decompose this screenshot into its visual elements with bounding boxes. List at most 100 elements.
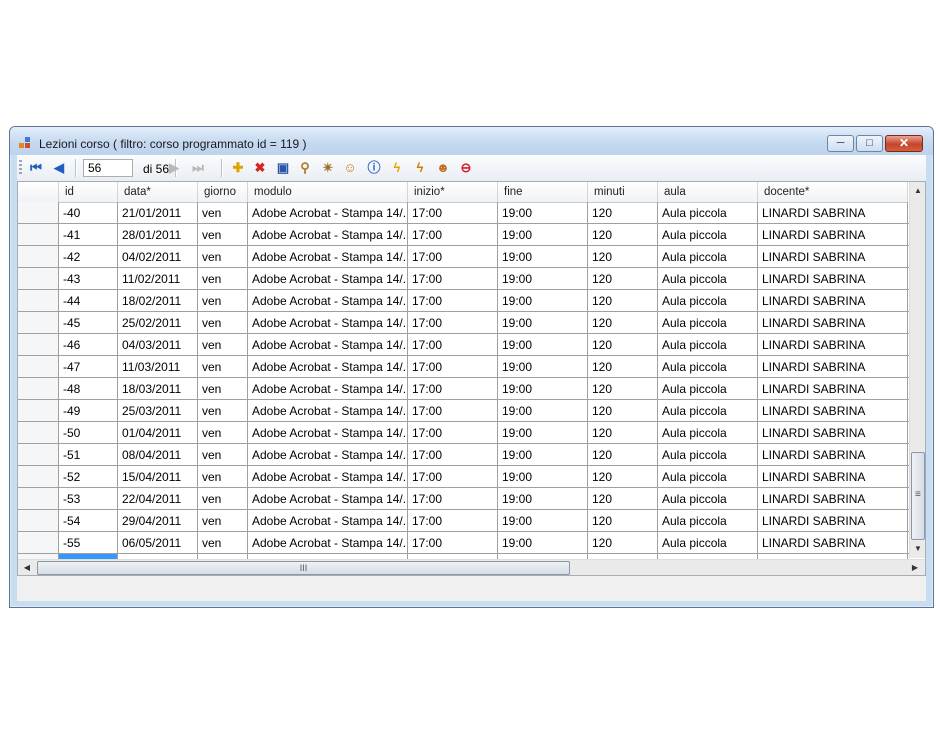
table-cell[interactable]: LINARDI SABRINA — [758, 422, 908, 444]
table-cell[interactable]: Adobe Acrobat - Stampa 14/... — [248, 202, 408, 224]
table-cell[interactable]: ven — [198, 378, 248, 400]
table-cell[interactable]: 120 — [588, 488, 658, 510]
column-header[interactable]: modulo — [248, 182, 408, 202]
table-cell[interactable]: -40 — [59, 202, 118, 224]
table-cell[interactable]: 17:00 — [408, 532, 498, 554]
table-cell[interactable]: 18/03/2011 — [118, 378, 198, 400]
table-cell[interactable]: Aula piccola — [658, 466, 758, 488]
table-cell[interactable]: -41 — [59, 224, 118, 246]
table-cell[interactable]: 17:00 — [408, 422, 498, 444]
table-cell[interactable]: LINARDI SABRINA — [758, 378, 908, 400]
table-cell[interactable]: 28/01/2011 — [118, 224, 198, 246]
table-cell[interactable]: Adobe Acrobat - Stampa 14/... — [248, 224, 408, 246]
row-header[interactable] — [18, 290, 59, 312]
table-cell[interactable]: LINARDI SABRINA — [758, 246, 908, 268]
table-cell[interactable]: 19:00 — [498, 510, 588, 532]
save-button[interactable]: ▣ — [274, 159, 292, 177]
table-row[interactable]: -46 04/03/2011 ven Adobe Acrobat - Stampa 1… — [18, 334, 925, 356]
table-cell[interactable]: -47 — [59, 356, 118, 378]
table-cell[interactable]: 120 — [588, 334, 658, 356]
row-header[interactable] — [18, 466, 59, 488]
table-cell[interactable]: -46 — [59, 334, 118, 356]
table-cell[interactable]: ven — [198, 290, 248, 312]
maximize-button[interactable]: □ — [856, 135, 883, 152]
row-header[interactable] — [18, 488, 59, 510]
table-cell[interactable]: 19:00 — [498, 224, 588, 246]
table-cell[interactable]: 120 — [588, 422, 658, 444]
table-row[interactable]: -49 25/03/2011 ven Adobe Acrobat - Stampa 1… — [18, 400, 925, 422]
position-input[interactable]: 56 — [83, 159, 133, 177]
delete-record-button[interactable]: ✖ — [251, 159, 269, 177]
table-cell[interactable]: ven — [198, 334, 248, 356]
table-cell[interactable]: ven — [198, 224, 248, 246]
last-record-button[interactable]: ⏭ — [189, 159, 207, 177]
table-cell[interactable]: 19:00 — [498, 444, 588, 466]
table-cell[interactable]: 18/02/2011 — [118, 290, 198, 312]
scroll-down-arrow-icon[interactable]: ▼ — [910, 541, 925, 557]
table-cell[interactable]: 17:00 — [408, 466, 498, 488]
table-cell[interactable]: -54 — [59, 510, 118, 532]
horizontal-scrollbar[interactable]: ◀ III ▶ — [18, 559, 925, 575]
row-header[interactable] — [18, 400, 59, 422]
table-cell[interactable]: LINARDI SABRINA — [758, 312, 908, 334]
table-cell[interactable]: Aula piccola — [658, 400, 758, 422]
horizontal-scroll-thumb[interactable]: III — [37, 561, 570, 575]
table-cell[interactable]: LINARDI SABRINA — [758, 290, 908, 312]
table-cell[interactable]: 17:00 — [408, 202, 498, 224]
row-header[interactable] — [18, 532, 59, 554]
table-cell[interactable]: 25/03/2011 — [118, 400, 198, 422]
table-row[interactable]: -50 01/04/2011 ven Adobe Acrobat - Stampa 1… — [18, 422, 925, 444]
table-cell[interactable]: 01/04/2011 — [118, 422, 198, 444]
table-cell[interactable]: 17:00 — [408, 510, 498, 532]
row-header[interactable] — [18, 246, 59, 268]
table-cell[interactable]: -50 — [59, 422, 118, 444]
table-row[interactable]: -45 25/02/2011 ven Adobe Acrobat - Stampa 1… — [18, 312, 925, 334]
table-cell[interactable]: Adobe Acrobat - Stampa 14/... — [248, 532, 408, 554]
lightning-remove-button[interactable]: ϟ — [411, 159, 429, 177]
row-header[interactable] — [18, 268, 59, 290]
table-cell[interactable]: Aula piccola — [658, 444, 758, 466]
table-cell[interactable]: ven — [198, 488, 248, 510]
table-cell[interactable]: 22/04/2011 — [118, 488, 198, 510]
table-cell[interactable]: 17:00 — [408, 290, 498, 312]
column-header[interactable]: fine — [498, 182, 588, 202]
table-row[interactable]: -55 06/05/2011 ven Adobe Acrobat - Stampa 1… — [18, 532, 925, 554]
table-cell[interactable]: 120 — [588, 290, 658, 312]
table-cell[interactable]: 19:00 — [498, 422, 588, 444]
table-cell[interactable]: ven — [198, 246, 248, 268]
table-cell[interactable]: 04/02/2011 — [118, 246, 198, 268]
minimize-button[interactable]: ─ — [827, 135, 854, 152]
table-cell[interactable]: LINARDI SABRINA — [758, 400, 908, 422]
table-cell[interactable]: Aula piccola — [658, 510, 758, 532]
column-header[interactable]: inizio* — [408, 182, 498, 202]
prev-record-button[interactable]: ◀ — [50, 159, 68, 177]
table-row[interactable]: -42 04/02/2011 ven Adobe Acrobat - Stampa 1… — [18, 246, 925, 268]
table-cell[interactable]: Adobe Acrobat - Stampa 14/... — [248, 356, 408, 378]
table-cell[interactable]: Aula piccola — [658, 290, 758, 312]
users-button[interactable]: ☺ — [341, 159, 359, 177]
table-cell[interactable]: 19:00 — [498, 290, 588, 312]
table-cell[interactable]: 120 — [588, 312, 658, 334]
table-cell[interactable]: Adobe Acrobat - Stampa 14/... — [248, 334, 408, 356]
lessons-data-grid[interactable]: id data* giorno modulo inizio* fine minuti aula… — [17, 181, 926, 576]
table-row[interactable]: -41 28/01/2011 ven Adobe Acrobat - Stampa 1… — [18, 224, 925, 246]
table-cell[interactable]: Adobe Acrobat - Stampa 14/... — [248, 400, 408, 422]
table-cell[interactable]: -51 — [59, 444, 118, 466]
table-cell[interactable]: Aula piccola — [658, 488, 758, 510]
table-cell[interactable]: LINARDI SABRINA — [758, 202, 908, 224]
table-cell[interactable]: 19:00 — [498, 246, 588, 268]
row-header[interactable] — [18, 444, 59, 466]
table-cell[interactable]: 120 — [588, 532, 658, 554]
table-cell[interactable]: -43 — [59, 268, 118, 290]
lightning-button[interactable]: ϟ — [388, 159, 406, 177]
table-cell[interactable]: ven — [198, 268, 248, 290]
column-header[interactable]: minuti — [588, 182, 658, 202]
column-header[interactable]: data* — [118, 182, 198, 202]
table-row[interactable]: -51 08/04/2011 ven Adobe Acrobat - Stampa 1… — [18, 444, 925, 466]
table-cell[interactable]: Adobe Acrobat - Stampa 14/... — [248, 488, 408, 510]
row-header[interactable] — [18, 202, 59, 224]
table-cell[interactable]: Aula piccola — [658, 334, 758, 356]
table-cell[interactable]: 19:00 — [498, 202, 588, 224]
table-cell[interactable]: 120 — [588, 202, 658, 224]
table-cell[interactable]: -55 — [59, 532, 118, 554]
